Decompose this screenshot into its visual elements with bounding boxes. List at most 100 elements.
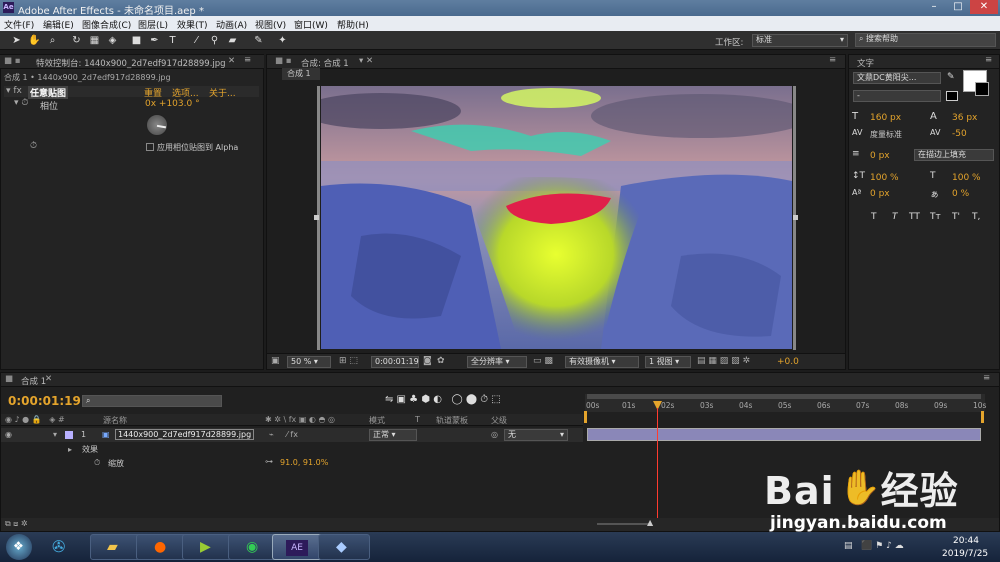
brush-tool-icon[interactable]: ⁄ [190, 34, 203, 47]
eyedropper-icon[interactable]: ✎ [947, 72, 955, 82]
resolution-select[interactable]: 全分辨率 ▾ [467, 356, 527, 368]
visibility-icon[interactable]: ◉ [5, 430, 12, 439]
snapshot-icon[interactable]: ◙ [423, 356, 432, 366]
puppet-tool-icon[interactable]: ✦ [276, 34, 289, 47]
scale-stopwatch-icon[interactable]: ⏱ [94, 458, 100, 468]
rotate-tool-icon[interactable]: ↻ [70, 34, 83, 47]
faux-italic-button[interactable]: T [892, 212, 898, 222]
playhead-line[interactable] [657, 408, 658, 518]
color-channel-icon[interactable]: ✿ [437, 356, 445, 366]
source-name-header[interactable]: 源名称 [103, 415, 127, 426]
font-style-select[interactable]: - [853, 90, 941, 102]
effect-controls-tab[interactable]: ■ ▪ 特效控制台: 1440x900_2d7edf917d28899.jpg … [0, 55, 264, 69]
camera-select[interactable]: 有效摄像机 ▾ [565, 356, 639, 368]
tracking-value[interactable]: -50 [952, 129, 967, 139]
workspace-select[interactable]: 标准 ▾ [752, 34, 848, 47]
layer-search-input[interactable]: ⌕ [82, 395, 222, 407]
pen-tool-icon[interactable]: ✒ [148, 34, 161, 47]
menu-composition[interactable]: 图像合成(C) [82, 18, 131, 31]
clock-time[interactable]: 20:44 [953, 536, 979, 546]
timeline-tab[interactable]: ■ 合成 1 ✕ ≡ [1, 373, 999, 387]
composition-tab[interactable]: ■ ▪ 合成: 合成 1 ▾ ✕ ≡ [267, 55, 845, 69]
effect-name[interactable]: 任意贴图 [28, 86, 69, 99]
horizontal-scale-value[interactable]: 100 % [952, 173, 981, 183]
track-matte-header[interactable]: 轨道蒙板 [436, 415, 468, 426]
viewer-options-icon[interactable]: ▤ ▦ ▨ ▧ ✲ [697, 356, 750, 366]
frame-handle-left[interactable] [314, 215, 319, 220]
about-link[interactable]: 关于... [209, 86, 236, 99]
region-of-interest-icon[interactable]: ▭ ▩ [533, 356, 553, 366]
faux-bold-button[interactable]: T [871, 212, 877, 222]
media-icon[interactable]: ✇ [52, 537, 65, 556]
effects-label[interactable]: 效果 [82, 444, 98, 455]
exposure-value[interactable]: +0.0 [777, 357, 799, 367]
camera-tool-icon[interactable]: ▦ [88, 34, 101, 47]
maximize-button[interactable]: □ [946, 0, 970, 14]
font-select[interactable]: 文鼎DC黄阳尖... [853, 72, 941, 84]
help-search-input[interactable]: ⌕ 搜索帮助 [855, 33, 996, 47]
menu-animation[interactable]: 动画(A) [216, 18, 247, 31]
menu-edit[interactable]: 编辑(E) [43, 18, 74, 31]
explorer-taskbar-icon[interactable]: ▰ [90, 534, 142, 560]
tsume-value[interactable]: 0 % [952, 189, 969, 199]
other-app-taskbar-icon[interactable]: ◆ [318, 534, 370, 560]
label-color-swatch[interactable] [65, 431, 73, 439]
eraser-tool-icon[interactable]: ▰ [226, 34, 239, 47]
start-button[interactable]: ❖ [6, 534, 32, 560]
hand-tool-icon[interactable]: ✋ [28, 34, 41, 47]
safe-zones-icon[interactable]: ⊞ ⬚ [339, 356, 358, 366]
options-link[interactable]: 选项... [172, 86, 199, 99]
parent-select[interactable]: 无 ▾ [504, 429, 568, 441]
leading-value[interactable]: 36 px [952, 113, 977, 123]
blend-mode-select[interactable]: 正常 ▾ [369, 429, 417, 441]
subscript-button[interactable]: T, [972, 212, 980, 222]
timeline-switches-icons[interactable]: ⇋ ▣ ♣ ⬢ ◐ ◯ ⬤ ⏱ ⬚ [385, 394, 501, 405]
clone-tool-icon[interactable]: ⚲ [208, 34, 221, 47]
menu-view[interactable]: 视图(V) [255, 18, 286, 31]
ae-taskbar-icon[interactable]: AE [272, 534, 324, 560]
apply-alpha-checkbox[interactable] [146, 143, 154, 151]
work-area-bar[interactable] [587, 394, 981, 399]
black-swatch[interactable] [946, 91, 958, 101]
rectangle-tool-icon[interactable]: ■ [130, 34, 143, 47]
menu-window[interactable]: 窗口(W) [294, 18, 328, 31]
selection-tool-icon[interactable]: ➤ [10, 34, 23, 47]
parent-header[interactable]: 父级 [491, 415, 507, 426]
frame-handle-right[interactable] [793, 215, 798, 220]
small-caps-button[interactable]: Tт [930, 212, 941, 222]
pan-behind-tool-icon[interactable]: ◈ [106, 34, 119, 47]
toggle-panes-icons[interactable]: ⧉ ⧈ ✲ [5, 519, 28, 529]
text-tool-icon[interactable]: T [166, 34, 179, 47]
layer-name[interactable]: 1440x900_2d7edf917d28899.jpg [115, 429, 255, 440]
timeline-timecode[interactable]: 0:00:01:19 [8, 394, 81, 408]
vertical-scale-value[interactable]: 100 % [870, 173, 899, 183]
menu-layer[interactable]: 图层(L) [138, 18, 168, 31]
stroke-width-value[interactable]: 0 px [870, 151, 890, 161]
close-button[interactable]: ✕ [970, 0, 998, 14]
comp-subtab[interactable]: 合成 1 [282, 68, 320, 80]
clock-date[interactable]: 2019/7/25 [942, 549, 988, 559]
baseline-value[interactable]: 0 px [870, 189, 890, 199]
constrain-link-icon[interactable]: ⊶ [265, 457, 273, 466]
zoom-in-icon[interactable]: ▲ [647, 518, 653, 527]
menu-file[interactable]: 文件(F) [4, 18, 34, 31]
effects-toggle-icon[interactable]: ▸ [68, 445, 72, 454]
stroke-mode-select[interactable]: 在描边上填充 [914, 149, 994, 161]
work-area-start[interactable] [584, 411, 587, 423]
composition-viewer[interactable] [321, 86, 792, 349]
grid-toggle-icon[interactable]: ▣ [271, 356, 280, 366]
character-tab[interactable]: 文字 ≡ [849, 55, 999, 69]
stopwatch-icon-2[interactable]: ⏱ [30, 141, 37, 151]
views-select[interactable]: 1 视图 ▾ [645, 356, 691, 368]
firefox-taskbar-icon[interactable]: ● [136, 534, 188, 560]
phase-value[interactable]: 0x +103.0 ° [145, 99, 200, 109]
font-size-value[interactable]: 160 px [870, 113, 901, 123]
stroke-color-swatch[interactable] [975, 82, 989, 96]
mode-header[interactable]: 模式 [369, 415, 385, 426]
reset-link[interactable]: 重置 [144, 86, 162, 99]
all-caps-button[interactable]: TT [909, 212, 920, 222]
phase-dial[interactable] [146, 114, 168, 136]
superscript-button[interactable]: T' [952, 212, 960, 222]
stopwatch-icon[interactable]: ▾ ⏱ [14, 98, 28, 108]
zoom-tool-icon[interactable]: ⌕ [46, 34, 59, 47]
